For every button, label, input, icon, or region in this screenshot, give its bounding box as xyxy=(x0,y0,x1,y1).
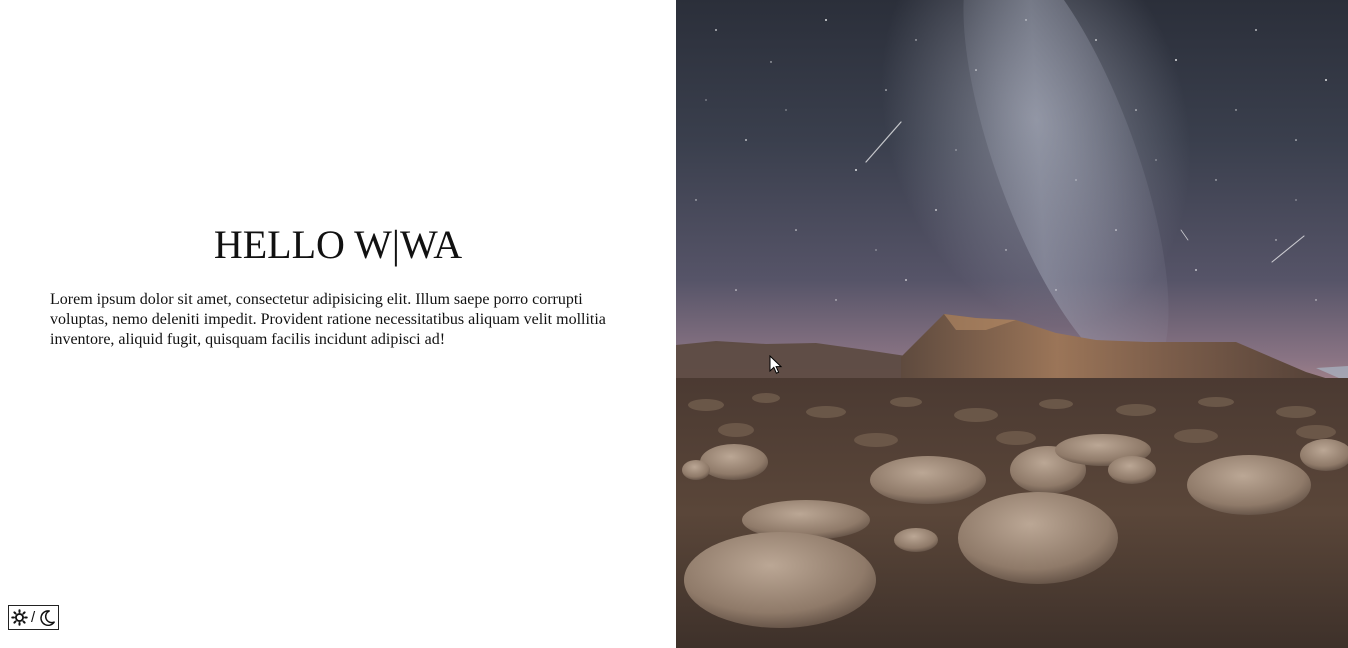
theme-toggle-button[interactable]: / xyxy=(8,605,60,630)
hero-image xyxy=(676,0,1348,648)
intro-paragraph: Lorem ipsum dolor sit amet, consectetur … xyxy=(50,291,606,348)
night-sky-landscape-image xyxy=(676,0,1348,648)
toggle-separator: / xyxy=(31,609,36,626)
page-heading: HELLO W|WA xyxy=(213,222,463,267)
text-panel: HELLO W|WA Lorem ipsum dolor sit amet, c… xyxy=(0,0,676,648)
moon-icon[interactable] xyxy=(38,609,56,627)
sun-icon[interactable] xyxy=(11,609,28,626)
page: HELLO W|WA Lorem ipsum dolor sit amet, c… xyxy=(0,0,1348,648)
